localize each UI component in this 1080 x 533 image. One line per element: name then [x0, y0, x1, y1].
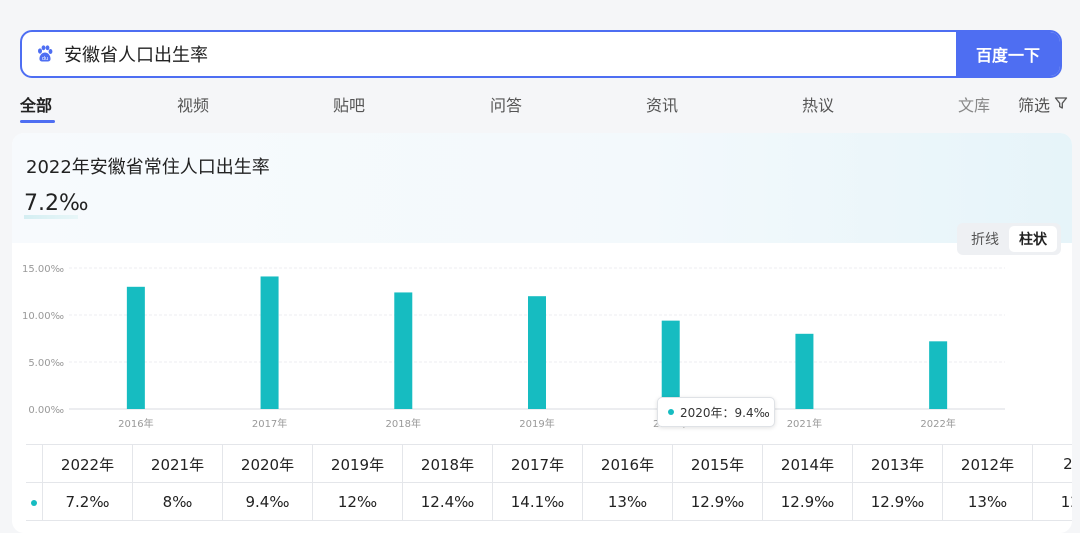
- bar: [126, 286, 145, 409]
- tab-video[interactable]: 视频: [177, 92, 209, 116]
- table-header-cell: 2022年: [42, 445, 132, 483]
- svg-text:du: du: [42, 56, 48, 62]
- filter-button[interactable]: 筛选: [1018, 92, 1068, 116]
- table-value-cell: 12.9‰: [852, 483, 942, 521]
- table-value-cell: 12.4‰: [402, 483, 492, 521]
- y-tick-label: 5.00‰: [28, 358, 64, 369]
- table-row-years: 2022年 2021年 2020年 2019年 2018年 2017年 2016年 2015年…: [26, 445, 1072, 483]
- table-value-cell: 9.4‰: [222, 483, 312, 521]
- top-strip: [0, 0, 1080, 18]
- tab-news[interactable]: 资讯: [646, 92, 678, 116]
- y-tick-label: 0.00‰: [28, 405, 64, 416]
- table-value-cell: 14.1‰: [492, 483, 582, 521]
- search-button[interactable]: 百度一下: [956, 32, 1060, 76]
- table-header-cell: 2017年: [492, 445, 582, 483]
- bar: [929, 341, 948, 409]
- bar: [260, 276, 279, 409]
- x-tick-label: 2019年: [519, 417, 554, 430]
- baidu-paw-icon: du: [34, 43, 56, 65]
- tab-hot[interactable]: 热议: [802, 92, 834, 116]
- bar-chart: 0.00‰ 5.00‰ 10.00‰ 15.00‰ 2016年 2017年 2018年 201…: [22, 264, 1005, 430]
- table-value-cell: 13‰: [942, 483, 1032, 521]
- x-tick-label: 2017年: [252, 417, 287, 430]
- table-header-cell: 2021年: [132, 445, 222, 483]
- x-tick-label: 2021年: [787, 417, 822, 430]
- table-header-cell: 2016年: [582, 445, 672, 483]
- tab-all[interactable]: 全部: [20, 92, 52, 116]
- table-value-cell: 12.2: [1032, 483, 1072, 521]
- bar: [394, 292, 413, 409]
- table-header-cell: 201: [1032, 445, 1072, 483]
- chart-tooltip: 2020年：9.4‰: [657, 397, 775, 427]
- table-value-cell: 7.2‰: [42, 483, 132, 521]
- tab-qa[interactable]: 问答: [490, 92, 522, 116]
- table-header-cell: 2019年: [312, 445, 402, 483]
- table-row-values: 7.2‰ 8‰ 9.4‰ 12‰ 12.4‰ 14.1‰ 13‰ 12.9‰ 12.9‰ 12.9…: [26, 483, 1072, 521]
- table-value-cell: 12.9‰: [672, 483, 762, 521]
- table-value-cell: 13‰: [582, 483, 672, 521]
- search-bar[interactable]: du 百度一下: [20, 30, 1062, 78]
- funnel-icon: [1054, 95, 1068, 114]
- table-header-cell: 2018年: [402, 445, 492, 483]
- x-tick-label: 2016年: [118, 417, 153, 430]
- bar: [528, 296, 546, 409]
- x-tick-label: 2022年: [920, 417, 955, 430]
- x-tick-label: 2018年: [386, 417, 421, 430]
- y-tick-label: 10.00‰: [22, 311, 64, 322]
- tooltip-series-dot: [668, 409, 674, 415]
- table-header-cell: 2015年: [672, 445, 762, 483]
- tab-tieba[interactable]: 贴吧: [333, 92, 365, 116]
- tooltip-text: 2020年：9.4‰: [680, 405, 770, 420]
- table-value-cell: 8‰: [132, 483, 222, 521]
- result-tabs: 全部 视频 贴吧 问答 资讯 热议 文库 筛选: [0, 84, 1080, 124]
- data-table: 2022年 2021年 2020年 2019年 2018年 2017年 2016年 2015年…: [26, 444, 1072, 522]
- y-tick-label: 15.00‰: [22, 264, 64, 275]
- table-value-cell: 12‰: [312, 483, 402, 521]
- filter-label: 筛选: [1017, 96, 1050, 115]
- search-field-wrap[interactable]: du: [22, 32, 956, 76]
- table-header-cell: 2014年: [762, 445, 852, 483]
- tab-wenku[interactable]: 文库: [958, 92, 990, 116]
- table-header-cell: 2013年: [852, 445, 942, 483]
- tab-active-indicator: [20, 120, 55, 123]
- data-card: 2022年安徽省常住人口出生率 7.2‰ 折线 柱状 0.00‰ 5.00‰ 10.…: [12, 133, 1072, 533]
- table-header-cell: 2020年: [222, 445, 312, 483]
- table-value-cell: 12.9‰: [762, 483, 852, 521]
- bar: [661, 320, 680, 409]
- search-input[interactable]: [64, 43, 664, 65]
- bar: [795, 333, 814, 409]
- table-header-cell: 2012年: [942, 445, 1032, 483]
